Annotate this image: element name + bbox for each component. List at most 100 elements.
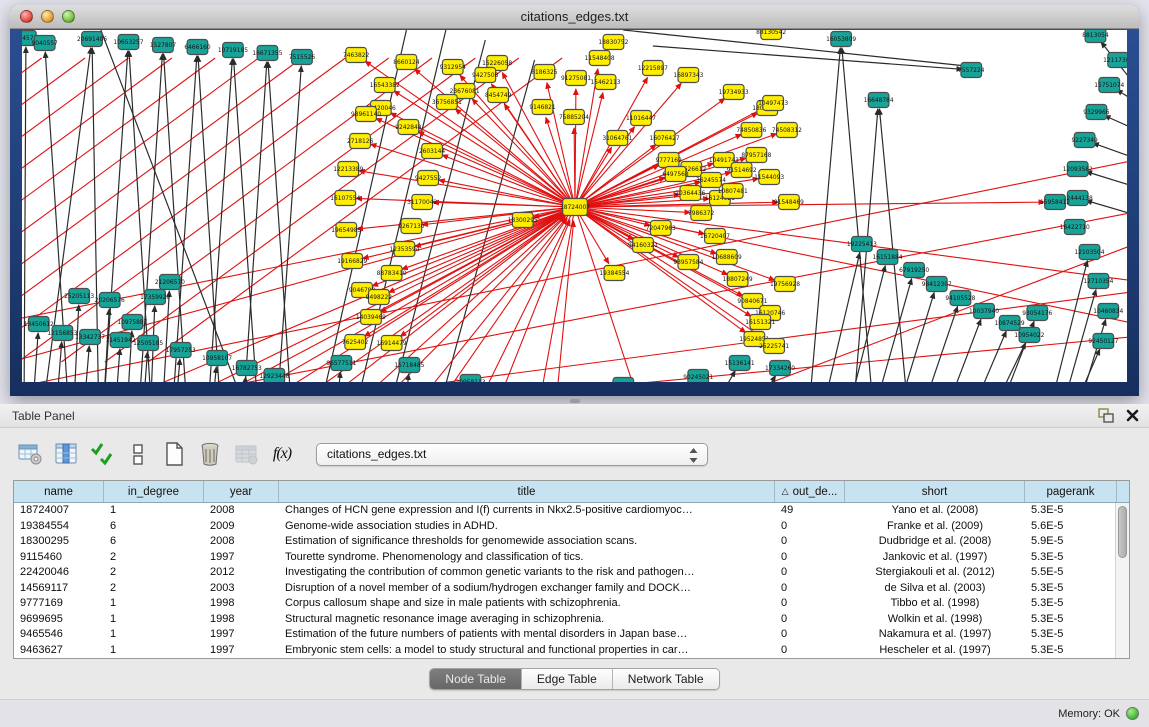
table-cell[interactable]: Investigating the contribution of common… (279, 565, 775, 581)
network-node[interactable]: 91514692 (727, 163, 757, 178)
network-node[interactable]: 87957168 (741, 148, 771, 163)
table-cell[interactable]: 5.3E-5 (1025, 643, 1117, 659)
network-node[interactable]: 31170042 (407, 195, 437, 210)
table-cell[interactable]: 19384554 (14, 519, 104, 535)
network-node[interactable]: 20691406 (77, 32, 107, 47)
table-cell[interactable]: 5.5E-5 (1025, 565, 1117, 581)
network-node[interactable]: 16422710 (1060, 220, 1090, 235)
network-node[interactable]: 12505185 (133, 336, 163, 351)
column-settings-icon[interactable] (50, 438, 82, 470)
network-node[interactable]: 94105528 (945, 291, 975, 306)
network-node[interactable]: 12240551 (608, 378, 638, 383)
network-node[interactable]: 10497473 (758, 96, 788, 111)
table-cell[interactable]: 0 (775, 596, 845, 612)
network-node[interactable]: 11544093 (754, 170, 784, 185)
network-node[interactable]: 98412307 (922, 277, 952, 292)
network-node[interactable]: 72047963 (646, 221, 676, 236)
network-node[interactable]: 15462113 (591, 75, 621, 90)
table-cell[interactable]: 0 (775, 643, 845, 659)
table-cell[interactable]: 2 (104, 550, 204, 566)
network-node[interactable]: 16076427 (650, 131, 680, 146)
table-cell[interactable]: 49 (775, 503, 845, 519)
network-node[interactable]: 16151884 (872, 250, 902, 265)
network-node[interactable]: 15718485 (394, 358, 424, 373)
network-node[interactable]: 10460834 (1093, 304, 1123, 319)
table-cell[interactable]: 5.3E-5 (1025, 581, 1117, 597)
network-node[interactable]: 25205113 (64, 289, 94, 304)
network-window-titlebar[interactable]: citations_edges.txt (10, 5, 1139, 29)
table-cell[interactable]: Tibbo et al. (1998) (845, 596, 1025, 612)
tab-network-table[interactable]: Network Table (613, 669, 719, 689)
network-node[interactable]: 25225741 (759, 339, 789, 354)
table-cell[interactable]: Nakamura et al. (1997) (845, 627, 1025, 643)
tab-edge-table[interactable]: Edge Table (522, 669, 613, 689)
table-cell[interactable]: 0 (775, 519, 845, 535)
table-cell[interactable]: 0 (775, 534, 845, 550)
float-window-icon[interactable] (1098, 408, 1114, 428)
table-cell[interactable]: 18724007 (14, 503, 104, 519)
table-cell[interactable]: Changes of HCN gene expression and I(f) … (279, 503, 775, 519)
network-node[interactable]: 12353594 (389, 242, 419, 257)
network-node[interactable]: 12103504 (1075, 245, 1105, 260)
table-cell[interactable]: 5.9E-5 (1025, 534, 1117, 550)
network-node[interactable]: 10719185 (218, 43, 248, 58)
table-cell[interactable]: 1998 (204, 612, 279, 628)
network-node[interactable]: 74508312 (772, 123, 802, 138)
network-node[interactable]: 8660124 (393, 55, 419, 70)
network-node[interactable]: 91275081 (561, 71, 591, 86)
network-node[interactable]: 12710354 (1083, 274, 1113, 289)
network-node[interactable]: 2718126 (347, 134, 373, 149)
network-node[interactable]: 7515526 (289, 50, 315, 65)
network-table-select[interactable]: citations_edges.txt (316, 443, 708, 466)
network-node[interactable]: 88783410 (377, 266, 407, 281)
network-node[interactable]: 11451942 (106, 333, 136, 348)
network-node[interactable]: 7463822 (343, 48, 369, 63)
network-node[interactable]: 10954022 (1014, 328, 1044, 343)
table-cell[interactable]: Embryonic stem cells: a model to study s… (279, 643, 775, 659)
network-node[interactable]: 19654985 (331, 223, 361, 238)
network-node[interactable]: 31064761 (602, 131, 632, 146)
table-row[interactable]: 1938455462009Genome-wide association stu… (14, 519, 1129, 535)
column-header-pagerank[interactable]: pagerank (1025, 481, 1117, 502)
network-node[interactable]: 17334260 (765, 361, 795, 376)
select-all-icon[interactable] (86, 438, 118, 470)
table-cell[interactable]: 9777169 (14, 596, 104, 612)
network-node[interactable]: 2603144 (419, 144, 445, 159)
network-node[interactable]: 14039469 (356, 310, 386, 325)
table-cell[interactable]: de Silva et al. (2003) (845, 581, 1025, 597)
table-cell[interactable]: 1 (104, 503, 204, 519)
table-scrollbar-thumb[interactable] (1118, 506, 1127, 558)
network-node[interactable]: 19734933 (719, 85, 749, 100)
table-cell[interactable]: 2008 (204, 534, 279, 550)
table-cell[interactable]: 5.3E-5 (1025, 596, 1117, 612)
table-cell[interactable]: 14569117 (14, 581, 104, 597)
network-node[interactable]: 8454749 (485, 88, 511, 103)
column-header-short[interactable]: short (845, 481, 1025, 502)
network-node[interactable]: 90245021 (683, 370, 713, 383)
network-node[interactable]: 16107554 (330, 191, 360, 206)
table-cell[interactable]: 2 (104, 581, 204, 597)
table-cell[interactable]: 22420046 (14, 565, 104, 581)
table-cell[interactable]: 9465546 (14, 627, 104, 643)
network-node[interactable]: 9427552 (415, 171, 441, 186)
table-cell[interactable]: 1997 (204, 627, 279, 643)
network-node[interactable]: 17359928 (140, 290, 170, 305)
table-cell[interactable]: 5.3E-5 (1025, 550, 1117, 566)
panel-resize-handle[interactable] (0, 396, 1149, 404)
network-node[interactable]: 7625402 (342, 335, 368, 350)
table-cell[interactable]: 18300295 (14, 534, 104, 550)
table-cell[interactable]: Hescheler et al. (1997) (845, 643, 1025, 659)
network-node[interactable]: 9329966 (1083, 105, 1109, 120)
table-cell[interactable]: 9699695 (14, 612, 104, 628)
network-node[interactable]: 98961140 (351, 107, 381, 122)
table-cell[interactable]: 5.3E-5 (1025, 627, 1117, 643)
table-cell[interactable]: Jankovic et al. (1997) (845, 550, 1025, 566)
table-row[interactable]: 946554611997Estimation of the future num… (14, 627, 1129, 643)
table-row[interactable]: 911546021997Tourette syndrome. Phenomeno… (14, 550, 1129, 566)
network-node[interactable]: 36245574 (696, 173, 726, 188)
column-header-name[interactable]: name (14, 481, 104, 502)
network-node[interactable]: 12213389 (333, 162, 363, 177)
network-node[interactable]: 9498222 (366, 290, 392, 305)
network-node[interactable]: 11548408 (585, 51, 615, 66)
network-node[interactable]: 20958113 (455, 375, 485, 383)
